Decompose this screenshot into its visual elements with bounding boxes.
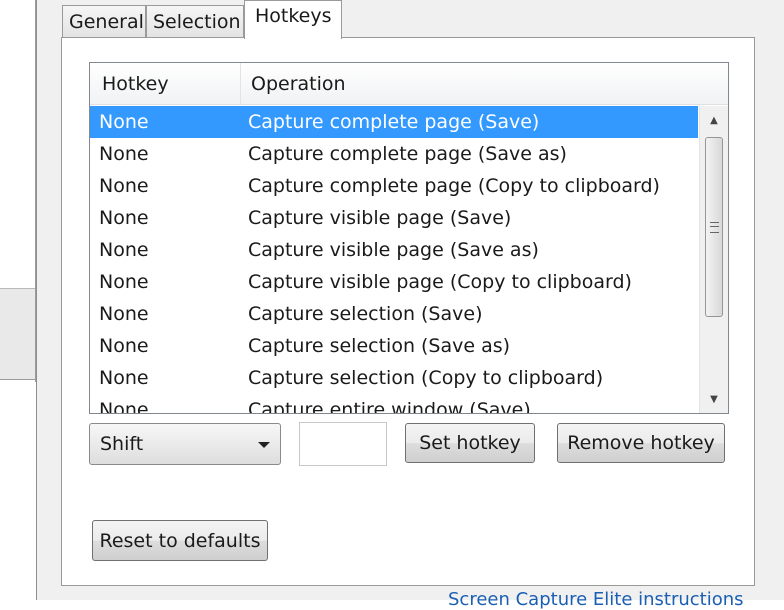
hotkey-cell: None — [99, 207, 149, 229]
table-row[interactable]: None Capture selection (Save) — [90, 298, 700, 330]
chevron-down-icon — [258, 442, 270, 448]
hotkey-cell: None — [99, 335, 149, 357]
table-row[interactable]: None Capture visible page (Save) — [90, 202, 700, 234]
tab-general[interactable]: General — [62, 5, 146, 37]
hotkey-cell: None — [99, 367, 149, 389]
list-rows: None Capture complete page (Save) None Capt… — [90, 106, 700, 414]
tab-hotkeys[interactable]: Hotkeys — [244, 0, 342, 39]
background-window-panel — [0, 288, 36, 380]
vertical-scrollbar[interactable]: ▲ ▼ — [699, 106, 728, 413]
operation-cell: Capture entire window (Save) — [248, 399, 531, 414]
table-row[interactable]: None Capture entire window (Save) — [90, 394, 700, 414]
table-row[interactable]: None Capture selection (Copy to clipboard… — [90, 362, 700, 394]
hotkey-cell: None — [99, 271, 149, 293]
operation-cell: Capture selection (Copy to clipboard) — [248, 367, 604, 389]
modifier-select[interactable]: Shift — [89, 423, 281, 465]
hotkey-key-input[interactable] — [299, 422, 387, 466]
grip-icon — [709, 221, 719, 233]
scroll-down-arrow-icon[interactable]: ▼ — [700, 385, 728, 413]
table-row[interactable]: None Capture complete page (Save) — [90, 106, 698, 138]
table-row[interactable]: None Capture selection (Save as) — [90, 330, 700, 362]
operation-cell: Capture complete page (Save) — [248, 111, 540, 133]
operation-cell: Capture visible page (Copy to clipboard) — [248, 271, 632, 293]
hotkey-cell: None — [99, 143, 149, 165]
scroll-up-arrow-icon[interactable]: ▲ — [700, 106, 728, 134]
table-row[interactable]: None Capture complete page (Save as) — [90, 138, 700, 170]
hotkey-cell: None — [99, 175, 149, 197]
set-hotkey-button[interactable]: Set hotkey — [405, 423, 535, 463]
operation-cell: Capture complete page (Copy to clipboard… — [248, 175, 660, 197]
table-row[interactable]: None Capture visible page (Copy to clipbo… — [90, 266, 700, 298]
hotkey-cell: None — [99, 303, 149, 325]
scroll-thumb[interactable] — [705, 137, 723, 317]
background-window — [0, 0, 36, 382]
table-row[interactable]: None Capture visible page (Save as) — [90, 234, 700, 266]
list-header: Hotkey Operation — [90, 63, 728, 105]
modifier-select-value: Shift — [100, 433, 144, 455]
reset-to-defaults-button[interactable]: Reset to defaults — [92, 520, 268, 561]
table-row[interactable]: None Capture complete page (Copy to clipb… — [90, 170, 700, 202]
hotkey-cell: None — [99, 239, 149, 261]
hotkey-cell: None — [99, 111, 149, 133]
operation-cell: Capture visible page (Save) — [248, 207, 512, 229]
column-header-operation[interactable]: Operation — [241, 63, 721, 104]
tab-selection[interactable]: Selection — [146, 5, 244, 37]
operation-cell: Capture selection (Save) — [248, 303, 483, 325]
remove-hotkey-button[interactable]: Remove hotkey — [557, 423, 725, 463]
column-header-hotkey[interactable]: Hotkey — [90, 63, 241, 104]
hotkey-cell: None — [99, 399, 149, 414]
operation-cell: Capture selection (Save as) — [248, 335, 511, 357]
operation-cell: Capture complete page (Save as) — [248, 143, 567, 165]
operation-cell: Capture visible page (Save as) — [248, 239, 539, 261]
hotkey-list[interactable]: Hotkey Operation None Capture complete pa… — [89, 62, 729, 414]
